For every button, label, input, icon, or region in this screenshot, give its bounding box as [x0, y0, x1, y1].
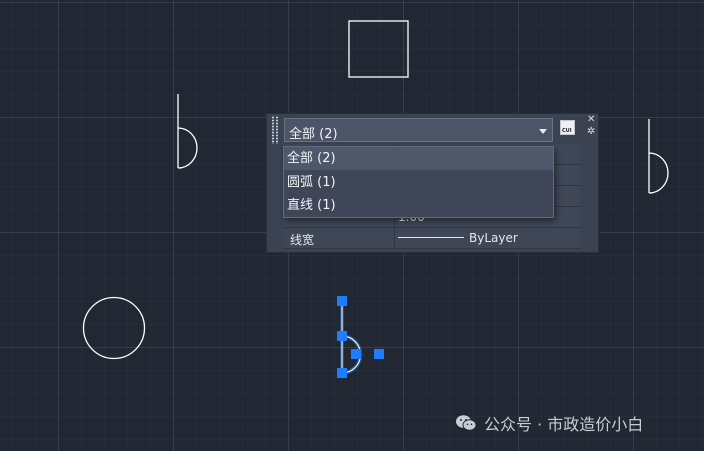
cui-icon[interactable]: CUI — [560, 120, 575, 135]
property-value-lineweight: ByLayer — [398, 231, 518, 245]
grip-handle[interactable] — [337, 296, 347, 306]
property-label-lineweight: 线宽 — [290, 233, 315, 247]
chevron-down-icon — [539, 129, 547, 134]
lineweight-value-text: ByLayer — [469, 231, 518, 245]
object-type-dropdown-list: 全部 (2) 圆弧 (1) 直线 (1) — [283, 146, 554, 218]
dropdown-option-line[interactable]: 直线 (1) — [284, 194, 553, 217]
dropdown-option-arc[interactable]: 圆弧 (1) — [284, 171, 553, 194]
cui-icon-label: CUI — [562, 128, 572, 134]
grip-handle[interactable] — [374, 349, 384, 359]
watermark-text: 公众号 · 市政造价小白 — [484, 415, 644, 434]
circle-object[interactable] — [82, 296, 146, 360]
column-divider — [394, 228, 395, 249]
close-icon[interactable]: ✕ — [587, 115, 595, 125]
b-shape-object-left[interactable] — [177, 94, 198, 169]
gear-icon[interactable]: ✲ — [587, 127, 595, 137]
grip-handle[interactable] — [351, 349, 361, 359]
drag-grip-handle[interactable] — [271, 116, 279, 144]
selected-b-shape-object[interactable] — [337, 296, 384, 378]
b-shape-object-right[interactable] — [648, 119, 669, 194]
object-type-select[interactable]: 全部 (2) — [284, 118, 553, 142]
watermark: 公众号 · 市政造价小白 — [455, 412, 643, 434]
lineweight-sample — [398, 237, 464, 238]
property-row-lineweight[interactable]: 线宽 ByLayer — [284, 228, 580, 249]
grip-handle[interactable] — [337, 368, 347, 378]
dropdown-option-all[interactable]: 全部 (2) — [284, 147, 553, 170]
rectangle-object[interactable] — [348, 20, 409, 78]
object-type-select-value: 全部 (2) — [289, 127, 338, 142]
wechat-icon — [456, 415, 477, 431]
grip-handle[interactable] — [337, 331, 347, 341]
